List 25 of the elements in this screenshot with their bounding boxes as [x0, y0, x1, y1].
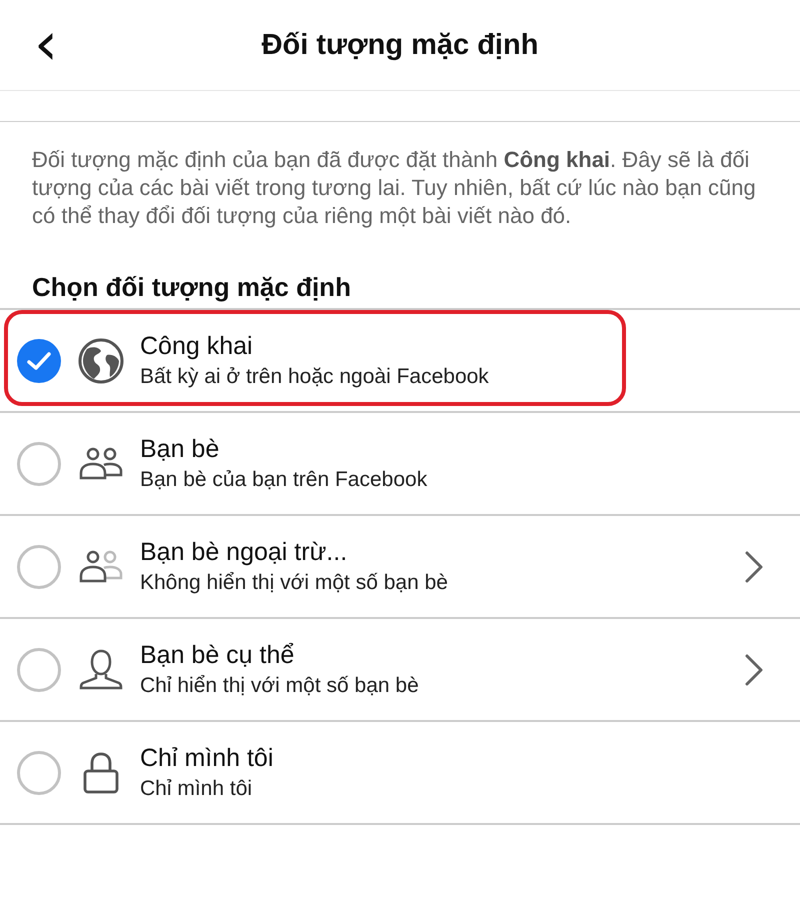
- audience-option[interactable]: Công khai Bất kỳ ai ở trên hoặc ngoài Facebook: [0, 310, 800, 413]
- option-description: Chỉ mình tôi: [140, 776, 254, 802]
- radio-icon: [17, 750, 61, 794]
- audience-option[interactable]: Chỉ mình tôi Chỉ mình tôi: [0, 722, 800, 825]
- option-description: Không hiển thị với một số bạn bè: [140, 570, 449, 596]
- radio-icon: [17, 648, 61, 692]
- section-title: Chọn đối tượng mặc định: [32, 272, 352, 304]
- audience-option[interactable]: Bạn bè ngoại trừ... Không hiển thị với một số bạn bè: [0, 516, 800, 619]
- option-title: Bạn bè ngoại trừ...: [140, 536, 348, 568]
- radio-icon: [17, 544, 61, 588]
- option-description: Chỉ hiển thị với một số bạn bè: [140, 672, 420, 698]
- globe-icon: [77, 336, 125, 384]
- option-title: Công khai: [140, 330, 254, 362]
- option-description: Bạn bè của bạn trên Facebook: [140, 466, 428, 492]
- option-description: Bất kỳ ai ở trên hoặc ngoài Facebook: [140, 364, 490, 390]
- audience-option[interactable]: Bạn bè cụ thể Chỉ hiển thị với một số bạn bè: [0, 619, 800, 722]
- radio-icon: [17, 442, 61, 486]
- checked-radio-icon: [17, 338, 61, 382]
- option-title: Bạn bè: [140, 434, 220, 464]
- back-button[interactable]: ‹: [28, 14, 64, 74]
- description-text: Đối tượng mặc định của bạn đã được đặt thành Công khai. Đây sẽ là đối tượng của các bài viết trong tương lai. Tuy nhiên, bất cứ lúc nào bạn cũng có thể thay đổi đối tượng của riêng một bài viết nào đó.: [32, 146, 757, 230]
- audience-option[interactable]: Bạn bè Bạn bè của bạn trên Facebook: [0, 413, 800, 516]
- option-title: Chỉ mình tôi: [140, 742, 274, 774]
- page-title: Đối tượng mặc định: [262, 28, 538, 62]
- option-title: Bạn bè cụ thể: [140, 640, 296, 670]
